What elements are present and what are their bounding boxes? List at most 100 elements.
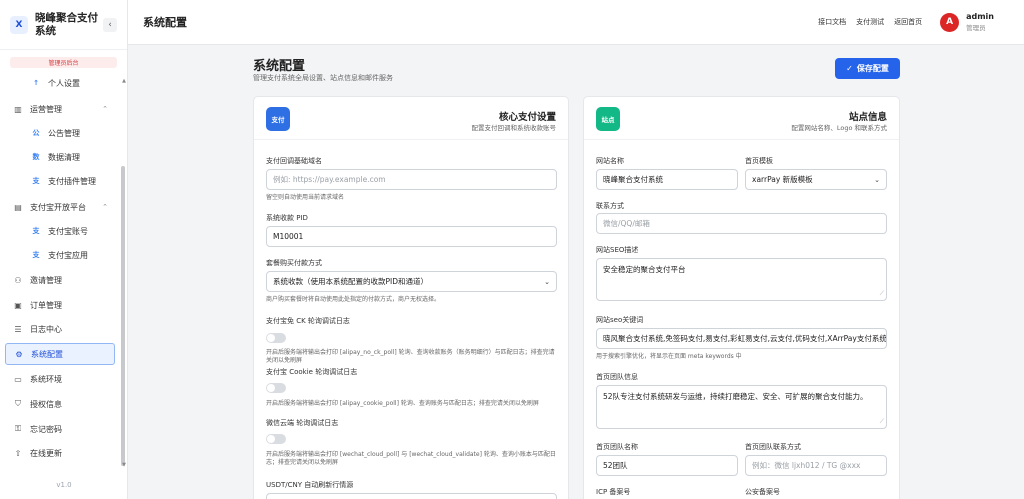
sidebar-item-4[interactable]: 支支付插件管理 — [0, 170, 118, 192]
team-info-label: 首页团队信息 — [596, 373, 638, 381]
header-title: 系统配置 — [143, 16, 187, 29]
wechat-debug-toggle[interactable] — [266, 434, 286, 444]
sidebar-item-3[interactable]: 数数据清理 — [0, 146, 118, 168]
sidebar-item-label: 邀请管理 — [30, 275, 62, 285]
user-plus-icon: ⚇ — [14, 275, 22, 285]
seo-keywords-hint: 用于搜索引擎优化，将显示在页面 meta keywords 中 — [596, 353, 742, 360]
sidebar-item-8[interactable]: ⚇ 邀请管理 — [0, 269, 118, 291]
clipboard-icon: ▣ — [14, 300, 22, 310]
role-badge: 管理员后台 — [10, 57, 117, 68]
sidebar-item-10[interactable]: ☰ 日志中心 — [0, 318, 118, 340]
save-config-button[interactable]: ✓ 保存配置 — [835, 58, 900, 79]
team-info-textarea[interactable]: 52队专注支付系统研发与运维，持续打磨稳定、安全、可扩展的聚合支付能力。 ⟋ — [596, 385, 887, 429]
resize-grip-icon[interactable]: ⟋ — [880, 289, 884, 299]
sidebar-item-14[interactable]: ⚿ 忘记密码 — [0, 418, 118, 440]
page-title: 系统配置 — [253, 59, 306, 74]
wechat-debug-label: 微信云端 轮询调试日志 — [266, 419, 339, 427]
page-subtitle: 管理支付系统全局设置、站点信息和邮件服务 — [253, 74, 393, 82]
ck-debug-hint: 开启后服务端将输出会打印 [alipay_no_ck_poll] 轮询、查询收款… — [266, 349, 555, 364]
seo-keywords-label: 网站seo关键词 — [596, 316, 644, 324]
core-card-header: 支付 核心支付设置 配置支付回调和系统收款账号 — [254, 97, 568, 140]
team-name-input[interactable]: 52团队 — [596, 455, 738, 476]
callback-domain-input[interactable]: 例如: https://pay.example.com — [266, 169, 557, 190]
sidebar-item-label: 授权信息 — [30, 399, 62, 409]
log-icon: ☰ — [14, 324, 22, 334]
sidebar-scrollbar[interactable] — [121, 166, 125, 466]
team-contact-label: 首页团队联系方式 — [745, 443, 801, 451]
team-contact-input[interactable]: 例如：微信 ljxh012 / TG @xxx — [745, 455, 887, 476]
sidebar-item-label: 系统配置 — [31, 349, 63, 359]
core-card-title: 核心支付设置 — [498, 112, 556, 123]
template-value: xarrPay 新版模板 — [752, 175, 813, 184]
scroll-down-arrow-icon[interactable]: ▼ — [122, 462, 126, 468]
collapse-sidebar-button[interactable]: ‹ — [103, 17, 117, 32]
user-role: 管理员 — [966, 24, 986, 32]
pay-test-link[interactable]: 支付测试 — [856, 17, 884, 27]
cookie-debug-label: 支付宝 Cookie 轮询调试日志 — [266, 368, 358, 376]
seo-desc-label: 网站SEO描述 — [596, 246, 639, 254]
save-config-label: 保存配置 — [856, 64, 889, 73]
seo-keywords-input[interactable]: 晓风聚合支付系统,免签码支付,易支付,彩虹易支付,云支付,优码支付,XArrPa… — [596, 328, 887, 349]
brand-logo: X — [10, 15, 28, 34]
site-info-card: 站点 站点信息 配置网站名称、Logo 和联系方式 网站名称 晓峰聚合支付系统 … — [583, 96, 900, 499]
callback-domain-hint: 留空则自动使用当前请求域名 — [266, 194, 345, 201]
sidebar-item-label: 订单管理 — [30, 300, 62, 310]
sidebar-item-label: 支付宝开放平台 — [30, 202, 86, 212]
zhi-icon: 支 — [32, 251, 40, 259]
back-home-link[interactable]: 返回首页 — [894, 17, 922, 27]
seo-desc-value: 安全稳定的聚合支付平台 — [603, 265, 686, 274]
pid-input[interactable]: M10001 — [266, 226, 557, 247]
gong-icon: 公 — [32, 129, 40, 137]
resize-grip-icon[interactable]: ⟋ — [880, 417, 884, 427]
user-info[interactable]: admin 管理员 — [966, 12, 994, 32]
key-icon: ⚿ — [14, 424, 22, 433]
ck-debug-label: 支付宝免 CK 轮询调试日志 — [266, 317, 350, 325]
core-payment-card: 支付 核心支付设置 配置支付回调和系统收款账号 支付回调基础域名 例如: htt… — [253, 96, 569, 499]
check-icon: ✓ — [846, 64, 853, 73]
usdt-source-label: USDT/CNY 自动刷新行情源 — [266, 481, 354, 489]
contact-label: 联系方式 — [596, 202, 624, 210]
contact-input[interactable]: 微信/QQ/邮箱 — [596, 213, 887, 234]
site-card-title: 站点信息 — [848, 112, 887, 123]
avatar[interactable]: A — [940, 12, 960, 32]
template-select[interactable]: xarrPay 新版模板 ⌄ — [745, 169, 887, 190]
arrow-up-icon: ↑ — [33, 79, 39, 87]
sidebar-item-label: 个人设置 — [48, 78, 80, 88]
seo-desc-textarea[interactable]: 安全稳定的聚合支付平台 ⟋ — [596, 258, 887, 301]
pay-method-select[interactable]: 系统收款（使用本系统配置的收款PID和通道） ⌄ — [266, 271, 557, 292]
user-name: admin — [966, 12, 994, 21]
sidebar-item-label: 支付插件管理 — [48, 176, 96, 186]
sidebar: X 晓峰聚合支付系统 ‹ 管理员后台 ▲ ↑ 个人设置 ▥ 运营管理 ⌃ 公公告管理数数据… — [0, 0, 128, 499]
chevron-down-icon: ⌄ — [544, 277, 550, 286]
sidebar-item-7[interactable]: 支支付宝应用 — [0, 244, 118, 266]
chevron-up-icon: ⌃ — [102, 203, 108, 211]
sidebar-item-15[interactable]: ⇧ 在线更新 — [0, 442, 118, 464]
ck-debug-toggle[interactable] — [266, 333, 286, 343]
site-card-desc: 配置网站名称、Logo 和联系方式 — [791, 124, 887, 132]
brand: X 晓峰聚合支付系统 ‹ — [0, 0, 127, 50]
sidebar-item-0[interactable]: ↑ 个人设置 — [0, 72, 118, 94]
pay-method-label: 套餐购买付款方式 — [266, 259, 322, 267]
sidebar-item-label: 数据清理 — [48, 152, 80, 162]
site-badge-icon: 站点 — [596, 107, 620, 131]
sidebar-item-6[interactable]: 支支付宝账号 — [0, 220, 118, 242]
sidebar-item-13[interactable]: ⛉ 授权信息 — [0, 393, 118, 415]
api-docs-link[interactable]: 接口文档 — [818, 17, 846, 27]
sidebar-item-label: 忘记密码 — [30, 424, 62, 434]
shield-icon: ⛉ — [15, 399, 21, 408]
brand-name: 晓峰聚合支付系统 — [35, 11, 98, 37]
sidebar-item-2[interactable]: 公公告管理 — [0, 122, 118, 144]
zhi-icon: 支 — [32, 177, 40, 185]
cookie-debug-toggle[interactable] — [266, 383, 286, 393]
scroll-up-arrow-icon[interactable]: ▲ — [122, 78, 126, 84]
sidebar-item-9[interactable]: ▣ 订单管理 — [0, 294, 118, 316]
sidebar-item-1[interactable]: ▥ 运营管理 ⌃ — [0, 98, 118, 120]
upload-icon: ⇧ — [14, 448, 22, 458]
usdt-source-select[interactable] — [266, 493, 557, 499]
sidebar-item-11[interactable]: ⚙ 系统配置 — [5, 343, 115, 365]
sidebar-item-5[interactable]: ▤ 支付宝开放平台 ⌃ — [0, 196, 118, 218]
chevron-up-icon: ⌃ — [102, 105, 108, 113]
template-label: 首页模板 — [745, 157, 773, 165]
sidebar-item-12[interactable]: ▭ 系统环境 — [0, 368, 118, 390]
site-name-input[interactable]: 晓峰聚合支付系统 — [596, 169, 738, 190]
